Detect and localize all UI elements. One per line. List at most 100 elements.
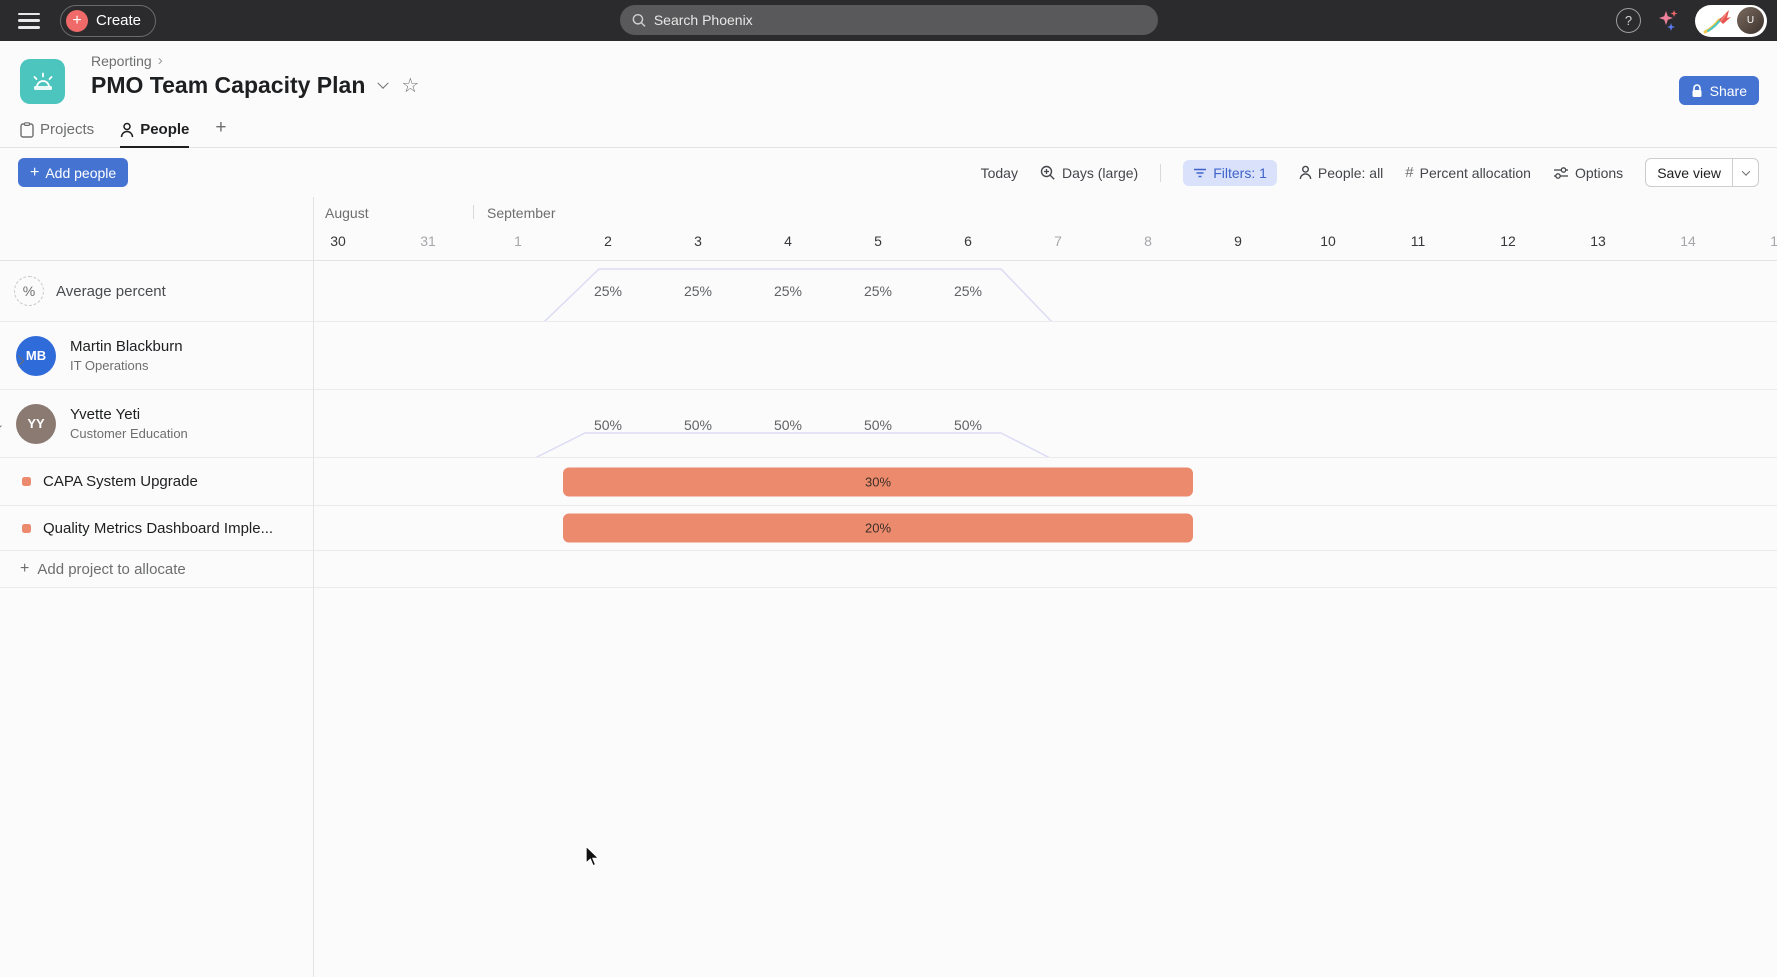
add-project-row: Add project to allocate [0,551,1777,588]
person-icon [1299,165,1312,180]
person-row[interactable]: YY Yvette Yeti Customer Education 50% 50%… [0,390,1777,458]
save-view-split-button: Save view [1645,158,1759,187]
options-button[interactable]: Options [1553,165,1623,181]
title-chevron-down-icon[interactable] [378,77,389,88]
share-button[interactable]: Share [1679,76,1759,105]
add-project-left-cell: Add project to allocate [0,551,313,587]
today-button[interactable]: Today [981,165,1018,181]
magnifier-plus-icon [1040,165,1056,181]
project-left-cell: Quality Metrics Dashboard Imple... [0,506,313,550]
phoenix-mascot-icon [1703,8,1733,34]
project-timeline[interactable]: 30% [313,458,1777,505]
search-input[interactable] [654,12,1146,28]
project-timeline[interactable]: 20% [313,506,1777,550]
breadcrumb-reporting[interactable]: Reporting [91,53,152,69]
person-avatar: YY [16,404,56,444]
expand-chevron-icon[interactable] [0,420,2,431]
topbar-right: U [1616,0,1767,41]
report-app-icon [20,59,65,104]
tab-people-label: People [140,121,189,138]
top-bar: Create U [0,0,1777,41]
day-header: 4 [784,233,792,249]
percent-value: 50% [954,417,982,433]
hash-icon [1405,164,1413,181]
person-row[interactable]: MB Martin Blackburn IT Operations [0,322,1777,390]
percent-value: 50% [864,417,892,433]
month-label: September [487,205,555,221]
user-avatar: U [1737,7,1764,34]
breadcrumb-chevron-icon [158,52,163,69]
capacity-timeline: 3031123456789101112131415AugustSeptember… [0,197,1777,977]
sparkles-ai-icon[interactable] [1655,8,1681,34]
day-header: 10 [1320,233,1336,249]
page-header: Reporting PMO Team Capacity Plan Share P… [0,41,1777,148]
hamburger-menu-icon[interactable] [18,13,40,29]
user-account-pill[interactable]: U [1695,5,1767,37]
favorite-star-icon[interactable] [401,73,419,98]
allocation-bar[interactable]: 20% [563,514,1193,543]
day-header: 15 [1770,233,1777,249]
tab-bar: Projects People [20,115,226,147]
sliders-icon [1553,166,1569,180]
add-project-timeline [313,551,1777,587]
filters-button[interactable]: Filters: 1 [1183,160,1277,186]
panel-divider [313,197,314,977]
breadcrumb: Reporting [91,52,163,69]
tab-projects[interactable]: Projects [20,121,94,147]
month-tick [473,205,474,219]
average-percent-timeline: 25%25%25%25%25% [313,261,1777,321]
plus-icon [66,10,88,32]
allocation-label: Percent allocation [1420,165,1531,181]
options-label: Options [1575,165,1623,181]
allocation-bar[interactable]: 30% [563,467,1193,496]
percent-value: 25% [774,283,802,299]
day-header: 9 [1234,233,1242,249]
day-header: 3 [694,233,702,249]
allocation-shape [313,390,1777,457]
add-project-button[interactable]: Add project to allocate [20,560,186,578]
share-button-label: Share [1710,83,1747,99]
tab-projects-label: Projects [40,121,94,138]
project-color-bullet-icon [22,524,31,533]
today-label: Today [981,165,1018,181]
add-tab-button[interactable] [215,117,226,147]
search-bar[interactable] [620,5,1158,35]
day-header: 5 [874,233,882,249]
day-header: 11 [1411,233,1426,249]
person-timeline[interactable] [313,322,1777,389]
save-view-dropdown-button[interactable] [1732,159,1758,186]
toolbar-right: Today Days (large) Filters: 1 People: al… [981,158,1759,187]
add-people-button[interactable]: Add people [18,158,128,187]
percent-circle-icon [14,276,44,306]
person-left-cell: YY Yvette Yeti Customer Education [0,390,313,457]
clipboard-icon [20,122,34,138]
tab-people[interactable]: People [120,121,189,147]
person-name: Yvette Yeti [70,406,188,423]
project-allocation-row[interactable]: CAPA System Upgrade 30% [0,458,1777,506]
save-view-button[interactable]: Save view [1646,159,1732,186]
average-percent-row: Average percent 25%25%25%25%25% [0,261,1777,322]
allocation-button[interactable]: Percent allocation [1405,164,1531,181]
help-icon[interactable] [1616,8,1641,33]
day-header: 7 [1054,233,1062,249]
percent-value: 50% [774,417,802,433]
person-timeline[interactable]: 50%50%50%50%50% [313,390,1777,457]
project-left-cell: CAPA System Upgrade [0,458,313,505]
lock-icon [1691,84,1703,98]
day-header: 31 [420,233,436,249]
person-department: IT Operations [70,358,183,373]
people-filter-label: People: all [1318,165,1383,181]
people-filter-button[interactable]: People: all [1299,165,1383,181]
day-header: 13 [1590,233,1606,249]
zoom-level-button[interactable]: Days (large) [1040,165,1138,181]
filters-label: Filters: 1 [1213,165,1267,181]
person-avatar: MB [16,336,56,376]
project-allocation-row[interactable]: Quality Metrics Dashboard Imple... 20% [0,506,1777,551]
day-header: 2 [604,233,612,249]
timeline-date-header[interactable]: 3031123456789101112131415AugustSeptember [0,197,1777,261]
person-left-cell: MB Martin Blackburn IT Operations [0,322,313,389]
create-button[interactable]: Create [60,5,156,37]
add-project-label: Add project to allocate [37,561,185,578]
create-button-label: Create [96,12,141,29]
percent-value: 25% [594,283,622,299]
